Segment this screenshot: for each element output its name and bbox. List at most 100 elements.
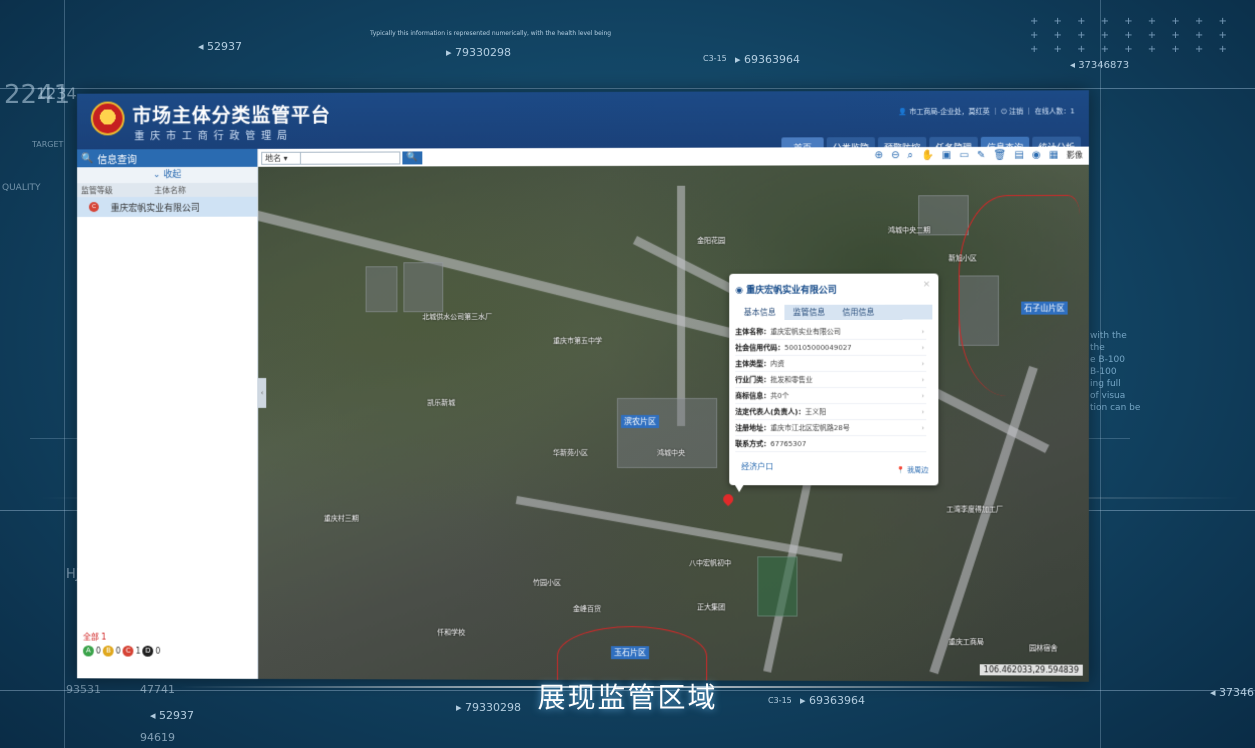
hud-text-12: 94619 (140, 731, 175, 744)
chevron-right-icon: › (921, 327, 924, 335)
poi-label[interactable]: 园林宿舍 (1029, 643, 1057, 653)
chevron-right-icon: › (921, 408, 924, 416)
legend-d-badge[interactable]: D (143, 646, 154, 657)
field-row[interactable]: 主体类型： 内资 › (735, 356, 926, 372)
map-panel: 地名 ▾ 🔍 ⊕ ⊖ ⌕ ✋ ▣ ▭ ✎ 🗑 ▤ ◉ ▦ 影像 北城供水公司第三… (258, 147, 1089, 682)
legend-d-count: 0 (155, 647, 160, 656)
economic-account-link[interactable]: 经济户口 (741, 461, 773, 472)
legend-b-count: 0 (116, 647, 121, 656)
poi-label[interactable]: 竹园小区 (533, 578, 561, 588)
district-label[interactable]: 石子山片区 (1021, 302, 1067, 315)
company-name: 重庆宏帆实业有限公司 (111, 200, 200, 213)
field-row[interactable]: 行业门类： 批发和零售业 › (735, 372, 926, 388)
poi-label[interactable]: 凯乐新城 (427, 398, 455, 408)
app-window: 市场主体分类监管平台 重庆市工商行政管理局 👤 市工商局-企业处，莫红英 ｜ ⏻… (77, 90, 1089, 681)
poi-label[interactable]: 重庆村三期 (324, 514, 359, 524)
legend-total[interactable]: 全部 1 (83, 632, 161, 643)
field-row[interactable]: 注册地址： 重庆市江北区宏帆路28号 › (735, 420, 926, 436)
search-button[interactable]: 🔍 (402, 151, 422, 164)
chevron-right-icon: › (921, 359, 924, 367)
field-row[interactable]: 主体名称： 重庆宏帆实业有限公司 › (735, 324, 926, 340)
field-row[interactable]: 商标信息： 共0个 › (735, 388, 926, 404)
legend-a-count: 0 (96, 647, 101, 656)
popup-tabs: 基本信息 监管信息 信用信息 (735, 305, 932, 320)
hud-text-4: C3-15 (703, 54, 727, 63)
clear-icon[interactable]: 🗑 (994, 150, 1007, 161)
search-map-icon[interactable]: ⌕ (907, 150, 913, 161)
search-icon: 🔍 (81, 153, 93, 164)
video-caption: 展现监管区域 (0, 676, 1255, 716)
location-pin-icon: 📍 (896, 466, 905, 474)
poi-label[interactable]: 新旭小区 (948, 253, 976, 263)
legend-a-badge[interactable]: A (83, 645, 94, 656)
poi-label[interactable]: 鸿城中央二期 (888, 225, 930, 235)
company-info-popup: ◉ 重庆宏帆实业有限公司 × 基本信息 监管信息 信用信息 主体名称： 重庆宏帆实… (729, 274, 938, 486)
location-marker-icon[interactable] (721, 492, 735, 506)
poi-label[interactable]: 华新苑小区 (553, 448, 588, 458)
satellite-map[interactable]: 北城供水公司第三水厂 金阳花园 重庆市第五中学 凯乐新城 华新苑小区 鸿城中央 … (258, 165, 1089, 682)
district-label[interactable]: 滨农片区 (621, 415, 659, 428)
poi-label[interactable]: 鸿城中央 (657, 448, 685, 458)
chevron-right-icon: › (921, 424, 924, 432)
legend-b-badge[interactable]: B (103, 646, 114, 657)
poi-label[interactable]: 工湾李度得加工厂 (946, 505, 1003, 515)
poi-label[interactable]: 重庆工商局 (948, 637, 983, 647)
collapse-button[interactable]: ⌄ 收起 (77, 167, 257, 183)
poi-label[interactable]: 八中宏帆初中 (689, 558, 731, 568)
sidebar-toggle[interactable]: ‹ (258, 378, 266, 408)
poi-label[interactable]: 正大集团 (697, 602, 725, 612)
poi-label[interactable]: 北城供水公司第三水厂 (422, 312, 492, 322)
eye-icon[interactable]: ◉ (1032, 150, 1041, 161)
pan-icon[interactable]: ✋ (921, 150, 934, 161)
level-badge: C (89, 202, 99, 212)
close-icon[interactable]: × (923, 280, 931, 290)
measure-icon[interactable]: ▭ (959, 150, 969, 161)
hud-left-b: 1234 (36, 84, 77, 103)
field-row[interactable]: 联系方式： 67765307 (735, 436, 926, 452)
chevron-right-icon: › (921, 343, 924, 351)
poi-label[interactable]: 金峰百货 (573, 604, 601, 614)
sidebar: 🔍 信息查询 ⌄ 收起 监管等级 主体名称 C 重庆宏帆实业有限公司 全部 1 … (77, 149, 258, 679)
search-type-select[interactable]: 地名 ▾ (261, 151, 301, 164)
poi-label[interactable]: 重庆市第五中学 (553, 336, 602, 346)
zoom-out-icon[interactable]: ⊖ (891, 150, 899, 161)
nearby-label: 我周边 (907, 466, 928, 474)
zoom-in-icon[interactable]: ⊕ (874, 150, 882, 161)
column-level: 监管等级 (77, 185, 154, 196)
sidebar-title: 信息查询 (97, 151, 137, 166)
draw-icon[interactable]: ✎ (977, 150, 985, 161)
map-searchbar: 地名 ▾ 🔍 ⊕ ⊖ ⌕ ✋ ▣ ▭ ✎ 🗑 ▤ ◉ ▦ 影像 (258, 147, 1089, 167)
popup-fields: 主体名称： 重庆宏帆实业有限公司 › 社会信用代码： 500105000049027 ›… (735, 324, 926, 453)
hud-text-5: ▸ 69363964 (735, 53, 800, 66)
search-input[interactable] (301, 151, 400, 164)
poi-label[interactable]: 仟和学校 (437, 628, 465, 638)
district-label[interactable]: 玉石片区 (611, 646, 649, 659)
tab-basic-info[interactable]: 基本信息 (735, 305, 784, 320)
hud-text-2: Typically this information is represente… (370, 30, 611, 37)
layers-label[interactable]: 影像 (1067, 150, 1083, 161)
legend-c-badge[interactable]: C (123, 646, 134, 657)
chevron-right-icon: › (921, 392, 924, 400)
hud-text-1: ◂ 52937 (198, 40, 242, 53)
field-row[interactable]: 社会信用代码： 500105000049027 › (735, 340, 926, 356)
user-info[interactable]: 👤 市工商局-企业处，莫红英 ｜ ⏻ 注销 ｜ 在线人数：1 (899, 106, 1075, 117)
nearby-button[interactable]: 📍 我周边 (896, 465, 928, 475)
national-emblem-icon (91, 102, 125, 136)
hud-left-c: TARGET (32, 140, 63, 149)
layers-icon[interactable]: ▦ (1049, 150, 1059, 161)
fullscreen-icon[interactable]: ▣ (942, 150, 952, 161)
list-item[interactable]: C 重庆宏帆实业有限公司 (77, 197, 257, 217)
sidebar-columns: 监管等级 主体名称 (77, 183, 257, 197)
legend-c-count: 1 (136, 647, 141, 656)
info-icon: ◉ (735, 286, 743, 296)
app-subtitle: 重庆市工商行政管理局 (134, 127, 293, 142)
tab-credit-info[interactable]: 信用信息 (834, 305, 883, 320)
map-toolbar: ⊕ ⊖ ⌕ ✋ ▣ ▭ ✎ 🗑 ▤ ◉ ▦ 影像 (874, 150, 1082, 162)
hud-text-6: ◂ 37346873 (1070, 60, 1129, 71)
field-row[interactable]: 法定代表人(负责人)： 王义阳 › (735, 404, 926, 420)
poi-label[interactable]: 金阳花园 (697, 236, 725, 246)
doc-icon[interactable]: ▤ (1014, 150, 1024, 161)
tab-supervision-info[interactable]: 监管信息 (784, 305, 833, 320)
hud-text-3: ▸ 79330298 (446, 46, 511, 59)
tab-empty (883, 305, 932, 320)
